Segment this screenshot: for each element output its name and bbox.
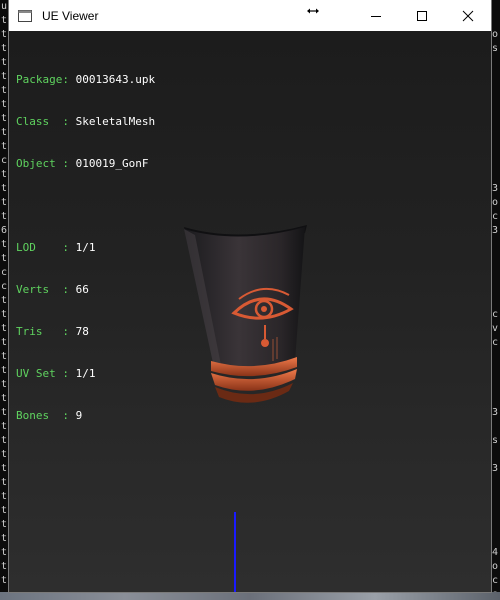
console-char-right xyxy=(492,84,500,98)
console-char-right xyxy=(492,56,500,70)
console-char-right xyxy=(492,518,500,532)
console-char-right xyxy=(492,476,500,490)
console-char-right xyxy=(492,112,500,126)
console-char-right xyxy=(492,266,500,280)
console-char-right: o xyxy=(492,29,499,40)
bones-value: 9 xyxy=(75,409,83,422)
title-bar[interactable]: UE Viewer xyxy=(9,0,491,31)
skeletal-mesh-model xyxy=(184,225,307,403)
close-icon xyxy=(462,10,474,21)
maximize-button[interactable] xyxy=(399,0,445,31)
console-char-right: c xyxy=(492,211,499,222)
object-label: Object : xyxy=(16,157,69,170)
console-char-right xyxy=(492,70,500,84)
package-label: Package: xyxy=(16,73,69,86)
console-char-right: c xyxy=(492,575,499,586)
verts-label: Verts : xyxy=(16,283,69,296)
console-char-right: c xyxy=(492,309,499,320)
3d-viewport[interactable]: Package: 00013643.upk Class : SkeletalMe… xyxy=(9,31,491,592)
uvset-label: UV Set : xyxy=(16,367,69,380)
console-char-right xyxy=(492,448,500,462)
console-char-right: 3 xyxy=(492,463,499,474)
app-icon xyxy=(18,9,32,22)
tris-value: 78 xyxy=(75,325,89,338)
tris-label: Tris : xyxy=(16,325,69,338)
console-char-right xyxy=(492,504,500,518)
background-console-right: os3oc3cvc3s34ocs xyxy=(492,0,500,600)
console-char-right: 3 xyxy=(492,225,499,236)
window-title: UE Viewer xyxy=(42,8,99,23)
desktop-background xyxy=(0,592,500,600)
console-char-right xyxy=(492,98,500,112)
console-char-right xyxy=(492,126,500,140)
console-char-right xyxy=(492,392,500,406)
console-char-right xyxy=(492,280,500,294)
console-char-right: 4 xyxy=(492,547,499,558)
lod-label: LOD : xyxy=(16,241,69,254)
console-char-right: v xyxy=(492,323,499,334)
ue-viewer-window: UE Viewer Package: 00013643.upk Class : … xyxy=(8,0,492,593)
console-char-right xyxy=(492,532,500,546)
console-char-right xyxy=(492,378,500,392)
maximize-icon xyxy=(417,10,427,21)
console-char-right xyxy=(492,140,500,154)
class-label: Class : xyxy=(16,115,69,128)
console-char-right xyxy=(492,0,500,14)
console-char-right: c xyxy=(492,337,499,348)
console-char-right xyxy=(492,490,500,504)
minimize-button[interactable] xyxy=(353,0,399,31)
console-char-right xyxy=(492,14,500,28)
console-char-right: s xyxy=(492,43,499,54)
console-char-right xyxy=(492,252,500,266)
mesh-info-overlay: Package: 00013643.upk Class : SkeletalMe… xyxy=(16,45,155,451)
class-value: SkeletalMesh xyxy=(75,115,156,128)
lod-value: 1/1 xyxy=(75,241,96,254)
bones-label: Bones : xyxy=(16,409,69,422)
uvset-value: 1/1 xyxy=(75,367,96,380)
console-char-right xyxy=(492,364,500,378)
console-char-right xyxy=(492,420,500,434)
console-char-right xyxy=(492,350,500,364)
console-char-right: 3 xyxy=(492,407,499,418)
console-char-right: o xyxy=(492,561,499,572)
console-char-right: 3 xyxy=(492,183,499,194)
close-button[interactable] xyxy=(445,0,491,31)
minimize-icon xyxy=(371,15,381,17)
console-char-right xyxy=(492,168,500,182)
package-value: 00013643.upk xyxy=(75,73,156,86)
console-char-right: o xyxy=(492,197,499,208)
console-char-right xyxy=(492,154,500,168)
verts-value: 66 xyxy=(75,283,89,296)
console-char-right xyxy=(492,238,500,252)
axis-indicator xyxy=(234,512,236,592)
resize-arrow-icon xyxy=(307,8,319,14)
console-char-right: s xyxy=(492,435,499,446)
console-char-right xyxy=(492,294,500,308)
object-value: 010019_GonF xyxy=(75,157,149,170)
